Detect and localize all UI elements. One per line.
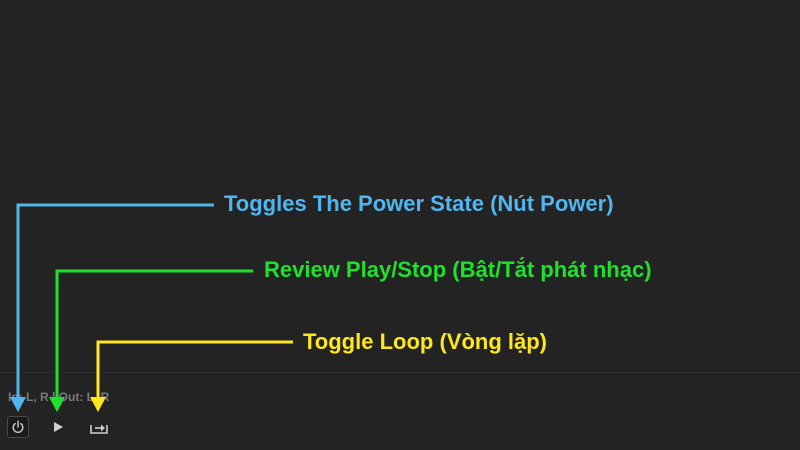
play-icon: [54, 422, 63, 432]
callout-arrows: [10, 203, 293, 412]
power-callout-label: Toggles The Power State (Nút Power): [224, 191, 614, 216]
power-icon: [12, 420, 24, 433]
loop-callout-arrow: [90, 340, 293, 412]
loop-icon: [90, 424, 108, 434]
power-button[interactable]: [7, 416, 29, 438]
loop-callout-label: Toggle Loop (Vòng lặp): [303, 329, 547, 354]
play-callout-label: Review Play/Stop (Bật/Tắt phát nhạc): [264, 257, 652, 282]
power-callout-arrow: [10, 203, 214, 412]
loop-toggle-button[interactable]: [88, 416, 110, 438]
io-routing-label: In: L, R | Out: L, R: [8, 390, 110, 404]
panel-divider: [0, 372, 800, 373]
play-stop-button[interactable]: [47, 416, 69, 438]
